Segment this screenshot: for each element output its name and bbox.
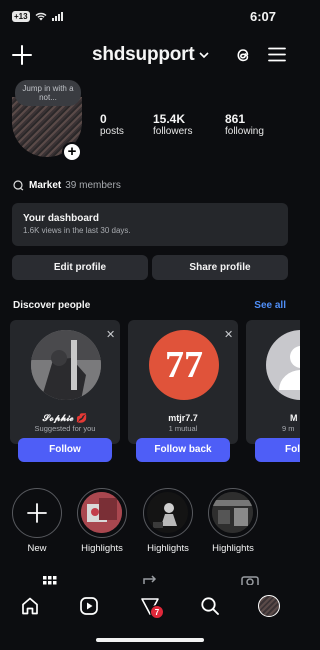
stat-label: followers	[153, 126, 193, 137]
status-bar-left: +13	[12, 11, 63, 22]
suggestion-subtitle: 9 m	[282, 424, 295, 433]
dashboard-subtitle: 1.6K views in the last 30 days.	[23, 226, 131, 235]
market-link[interactable]: Market 39 members	[13, 180, 121, 191]
home-indicator	[96, 638, 204, 642]
highlight-item[interactable]	[77, 488, 127, 538]
close-icon[interactable]: ✕	[106, 328, 115, 341]
note-bubble[interactable]: Jump in with a not...	[15, 80, 81, 106]
highlight-label: New	[27, 543, 47, 554]
profile-tab-avatar[interactable]	[258, 595, 280, 617]
profile-username[interactable]: shdsupport	[92, 44, 195, 66]
highlight-item[interactable]	[208, 488, 258, 538]
stat-following[interactable]: 861 following	[225, 112, 264, 137]
notification-badge: 7	[150, 605, 164, 619]
highlight-item[interactable]	[143, 488, 193, 538]
stat-label: posts	[100, 126, 124, 137]
status-time: 6:07	[249, 9, 276, 24]
edit-profile-button[interactable]: Edit profile	[12, 255, 148, 280]
threads-icon[interactable]	[233, 45, 253, 65]
suggestion-name[interactable]: mtjr7.7	[128, 413, 238, 423]
suggestion-avatar[interactable]	[266, 330, 300, 400]
suggestion-subtitle: 1 mutual	[168, 424, 198, 433]
stat-followers[interactable]: 15.4K followers	[153, 112, 192, 137]
stat-value: 0	[100, 112, 107, 126]
menu-icon[interactable]	[268, 47, 286, 62]
follow-button[interactable]: Follow	[18, 438, 112, 462]
reels-tab-icon[interactable]	[142, 575, 158, 585]
follow-back-button[interactable]: Follow back	[136, 438, 230, 462]
market-members: 39 members	[65, 180, 121, 191]
create-post-icon[interactable]	[12, 45, 32, 65]
highlight-label: Highlights	[212, 543, 254, 554]
chevron-down-icon[interactable]	[199, 52, 209, 59]
discover-title: Discover people	[13, 300, 91, 311]
see-all-link[interactable]: See all	[254, 300, 286, 311]
reels-icon[interactable]	[79, 596, 99, 616]
tagged-tab-icon[interactable]	[241, 575, 259, 585]
stat-label: following	[225, 126, 264, 137]
suggestion-subtitle: Suggested for you	[34, 424, 96, 433]
notification-count-badge: +13	[12, 11, 30, 22]
suggestion-name[interactable]: 𝓢𝓸𝓹𝓱𝓲𝓮 💋	[10, 413, 120, 424]
market-name: Market	[29, 180, 62, 191]
dashboard-card[interactable]: Your dashboard 1.6K views in the last 30…	[12, 203, 288, 246]
market-icon	[13, 180, 25, 191]
suggestion-avatar[interactable]: 77	[149, 330, 219, 400]
add-story-icon[interactable]: +	[62, 142, 82, 162]
stat-value: 15.4K	[153, 112, 186, 126]
signal-icon	[51, 12, 63, 21]
home-icon[interactable]	[20, 596, 40, 616]
dashboard-title: Your dashboard	[23, 213, 99, 224]
wifi-icon	[35, 12, 47, 21]
suggestion-name[interactable]: M	[290, 413, 300, 423]
new-highlight-button[interactable]	[12, 488, 62, 538]
share-profile-button[interactable]: Share profile	[152, 255, 288, 280]
stat-posts[interactable]: 0 posts	[100, 112, 124, 137]
plus-icon	[26, 502, 48, 524]
search-icon[interactable]	[200, 596, 220, 616]
close-icon[interactable]: ✕	[224, 328, 233, 341]
stat-value: 861	[225, 112, 246, 126]
highlight-label: Highlights	[147, 543, 189, 554]
grid-tab-icon[interactable]	[43, 576, 57, 586]
suggestion-avatar[interactable]	[31, 330, 101, 400]
highlight-label: Highlights	[81, 543, 123, 554]
follow-button[interactable]: Fol	[255, 438, 300, 462]
